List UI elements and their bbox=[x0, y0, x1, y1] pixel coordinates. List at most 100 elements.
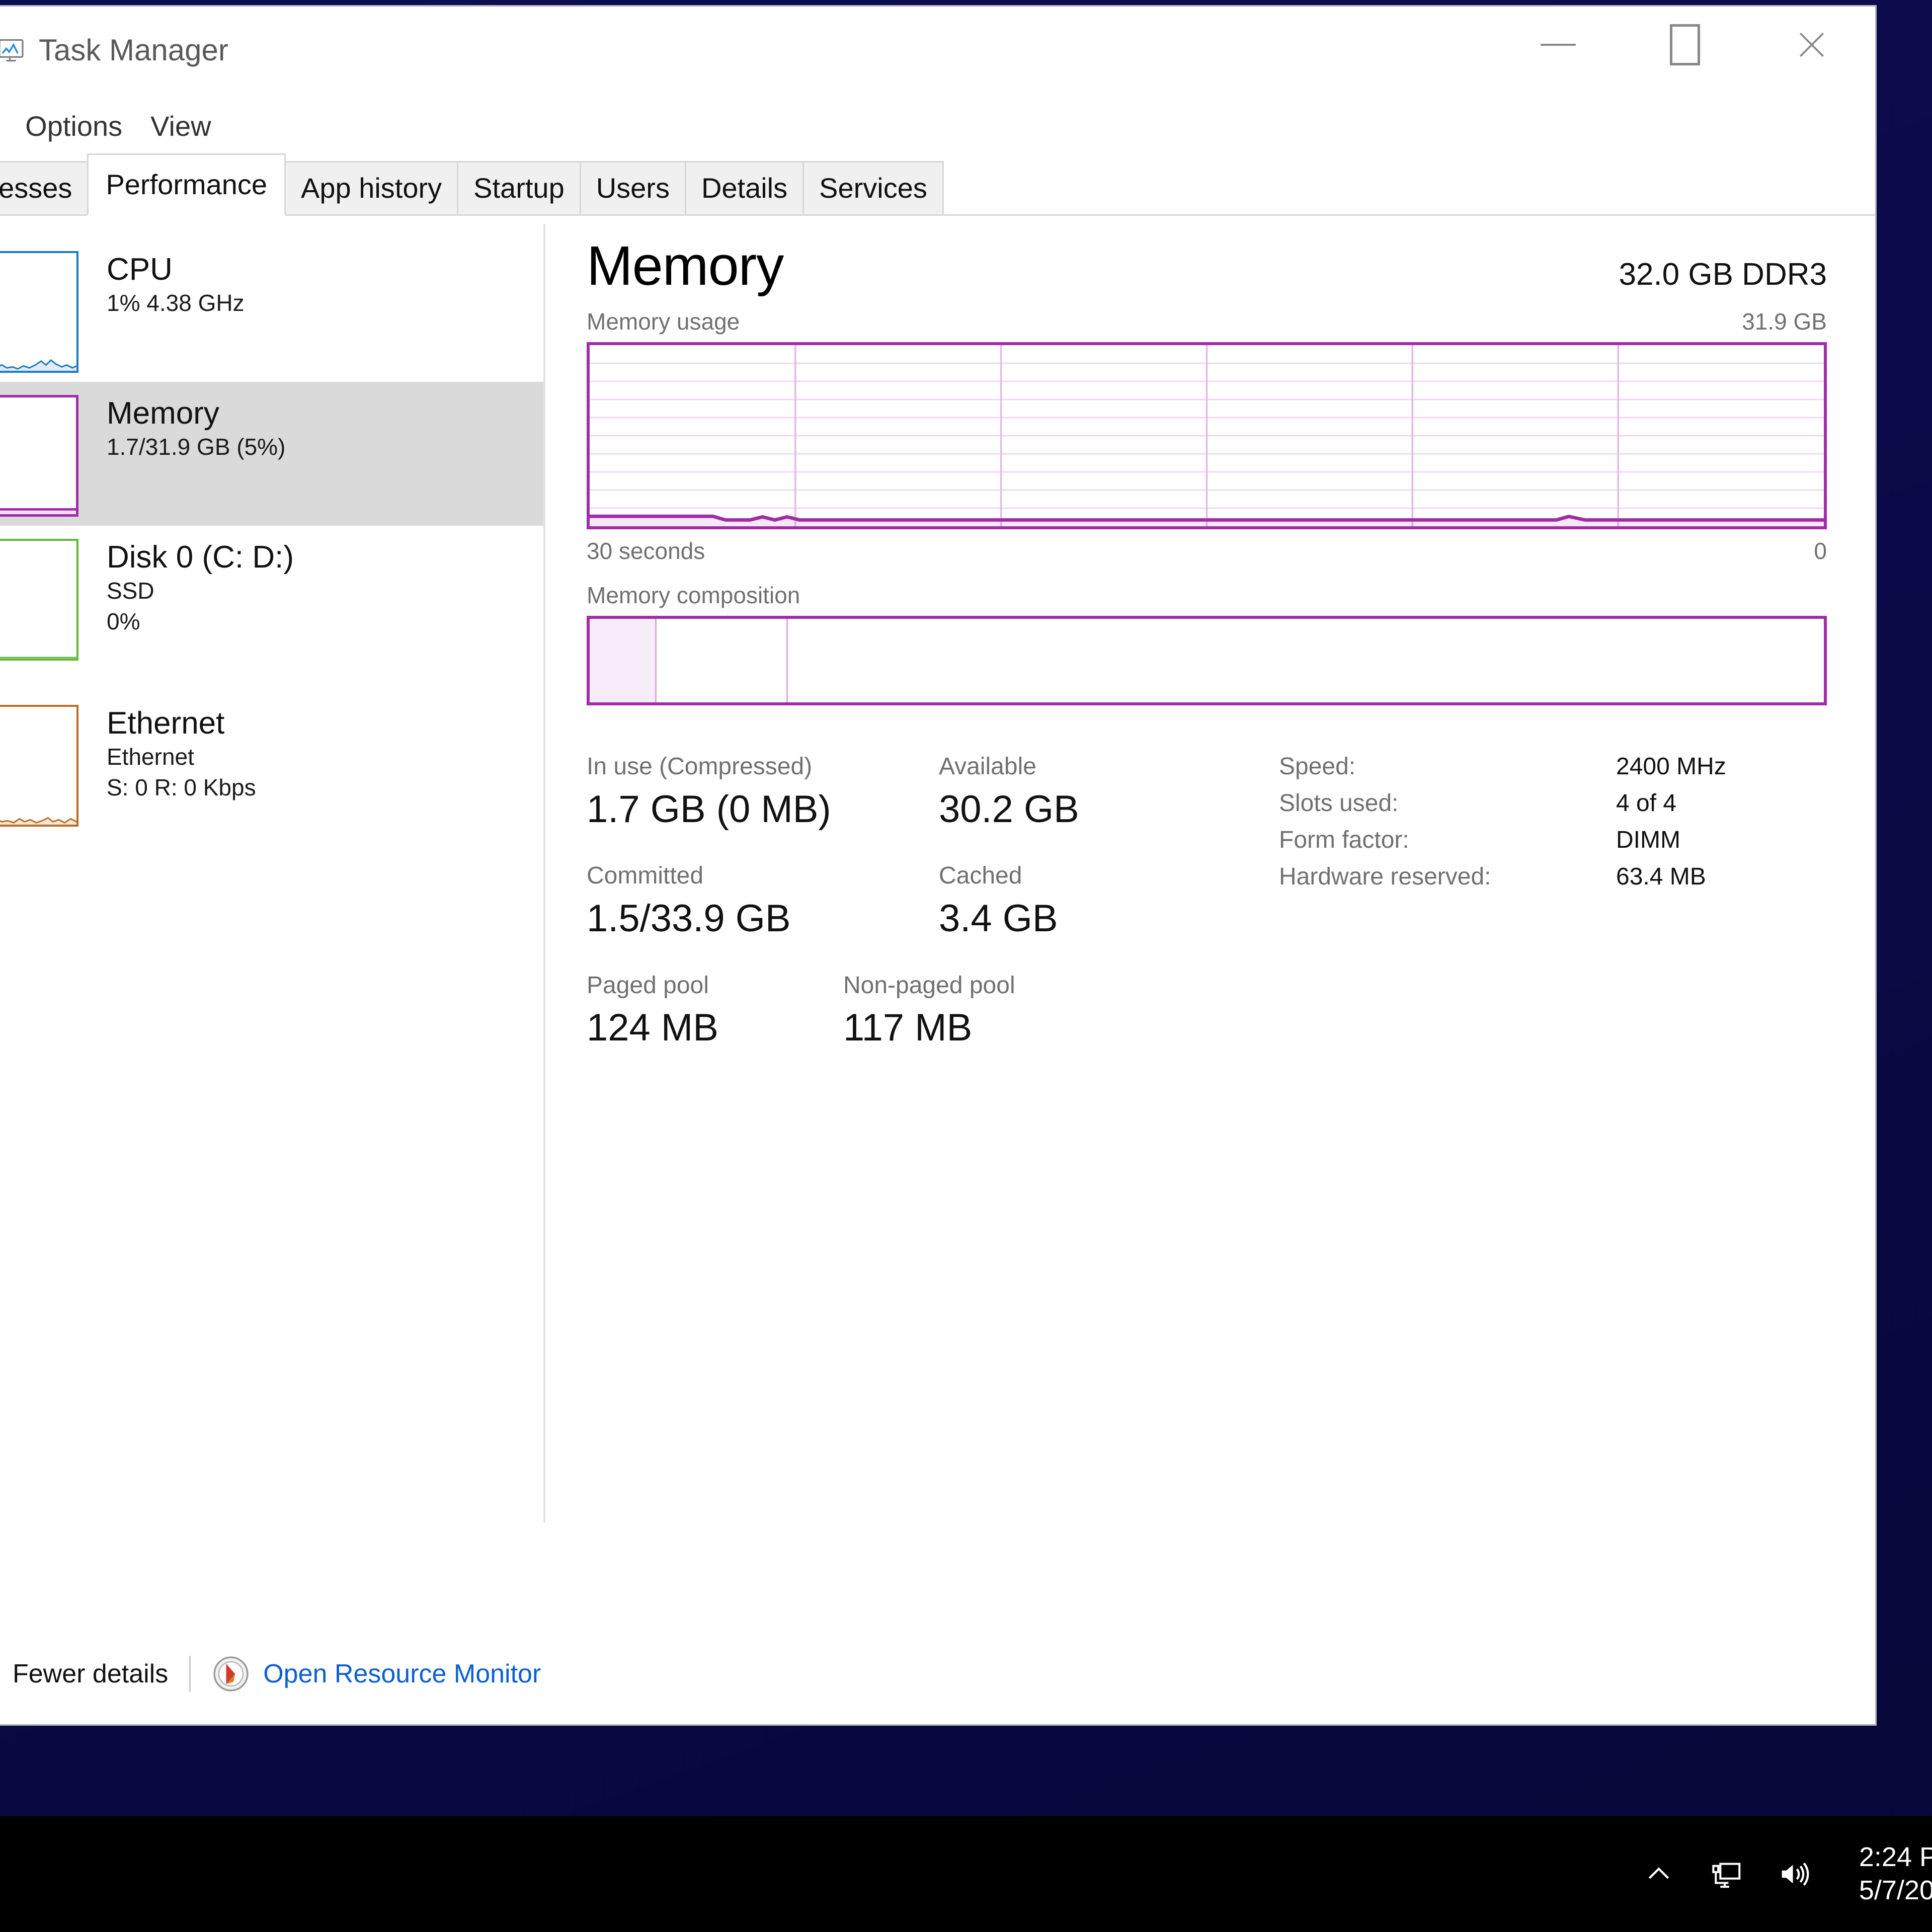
sidebar-item-label: Memory bbox=[107, 396, 219, 431]
ethernet-type-line: Ethernet bbox=[107, 744, 194, 770]
stat-available: Available 30.2 GB bbox=[939, 752, 1190, 835]
memory-composition-bar[interactable] bbox=[587, 616, 1827, 705]
statistics-right-column: Speed: 2400 MHz Slots used: 4 of 4 Form … bbox=[1271, 752, 1726, 1080]
detail-value: DIMM bbox=[1616, 827, 1680, 853]
stat-label: Paged pool bbox=[587, 972, 709, 999]
memory-detail-panel: Memory 32.0 GB DDR3 Memory usage 31.9 GB bbox=[545, 216, 1875, 1624]
stat-row: In use (Compressed) 1.7 GB (0 MB) Availa… bbox=[587, 752, 1271, 835]
task-manager-window: Task Manager e Options View ocesses Perf… bbox=[0, 5, 1877, 1726]
detail-value: 4 of 4 bbox=[1616, 790, 1677, 817]
memory-meta: Memory 1.7/31.9 GB (5%) bbox=[78, 393, 285, 462]
disk-stat-line: 0% bbox=[107, 608, 140, 634]
stat-value: 1.5/33.9 GB bbox=[587, 897, 791, 940]
title-bar: Task Manager bbox=[0, 7, 1875, 98]
taskbar: 2:24 PM 5/7/202 bbox=[0, 1816, 1932, 1932]
maximize-button[interactable] bbox=[1622, 7, 1748, 83]
memory-usage-graph[interactable] bbox=[587, 342, 1827, 529]
stat-value: 1.7 GB (0 MB) bbox=[587, 787, 831, 831]
tab-app-history[interactable]: App history bbox=[284, 161, 459, 214]
status-bar: Fewer details Open Resource Monitor bbox=[0, 1624, 1875, 1724]
close-icon bbox=[1799, 32, 1824, 57]
detail-speed: Speed: 2400 MHz bbox=[1279, 753, 1726, 780]
sidebar-item-memory[interactable]: Memory 1.7/31.9 GB (5%) bbox=[0, 382, 545, 526]
stat-row: Paged pool 124 MB Non-paged pool 117 MB bbox=[587, 971, 1271, 1054]
open-resource-monitor-label: Open Resource Monitor bbox=[263, 1659, 541, 1688]
memory-spec: 32.0 GB DDR3 bbox=[1619, 257, 1827, 292]
window-body: CPU 1% 4.38 GHz Memory 1.7/31.9 GB (5%) bbox=[0, 216, 1875, 1624]
memory-statistics: In use (Compressed) 1.7 GB (0 MB) Availa… bbox=[587, 752, 1827, 1080]
close-button[interactable] bbox=[1748, 7, 1875, 83]
stat-committed: Committed 1.5/33.9 GB bbox=[587, 861, 939, 944]
clock-time: 2:24 PM bbox=[1859, 1842, 1932, 1873]
detail-form-factor: Form factor: DIMM bbox=[1279, 826, 1726, 854]
stat-label: Cached bbox=[939, 862, 1022, 890]
resource-monitor-icon bbox=[212, 1655, 250, 1693]
stat-value: 124 MB bbox=[587, 1006, 718, 1050]
composition-segment-standby-free bbox=[787, 619, 1824, 702]
detail-slots-used: Slots used: 4 of 4 bbox=[1279, 789, 1726, 817]
statistics-left-column: In use (Compressed) 1.7 GB (0 MB) Availa… bbox=[587, 752, 1271, 1080]
stat-label: Non-paged pool bbox=[843, 972, 1015, 999]
cpu-thumbnail-graph bbox=[0, 251, 78, 373]
menu-bar: e Options View bbox=[0, 98, 1875, 153]
sidebar-item-label: Ethernet bbox=[107, 706, 225, 741]
cpu-stat-line: 1% 4.38 GHz bbox=[107, 290, 245, 316]
detail-label: Hardware reserved: bbox=[1279, 863, 1491, 890]
composition-title: Memory composition bbox=[587, 582, 800, 608]
open-resource-monitor-link[interactable]: Open Resource Monitor bbox=[212, 1655, 541, 1693]
sidebar-item-cpu[interactable]: CPU 1% 4.38 GHz bbox=[0, 238, 545, 382]
menu-item-view[interactable]: View bbox=[136, 103, 225, 149]
ethernet-stat-line: S: 0 R: 0 Kbps bbox=[107, 774, 256, 800]
stat-value: 117 MB bbox=[843, 1006, 973, 1050]
speaker-icon[interactable] bbox=[1775, 1855, 1813, 1893]
maximize-icon bbox=[1670, 24, 1700, 65]
usage-graph-title: Memory usage bbox=[587, 308, 740, 335]
tab-services[interactable]: Services bbox=[802, 161, 944, 214]
system-tray: 2:24 PM 5/7/202 bbox=[1640, 1841, 1932, 1907]
detail-hardware-reserved: Hardware reserved: 63.4 MB bbox=[1279, 863, 1726, 891]
fewer-details-button[interactable]: Fewer details bbox=[0, 1656, 168, 1692]
tab-processes[interactable]: ocesses bbox=[0, 161, 89, 214]
minimize-button[interactable] bbox=[1495, 7, 1622, 83]
sidebar-item-ethernet[interactable]: Ethernet Ethernet S: 0 R: 0 Kbps bbox=[0, 692, 545, 858]
task-manager-icon bbox=[0, 36, 26, 65]
stat-value: 30.2 GB bbox=[939, 787, 1079, 831]
clock[interactable]: 2:24 PM 5/7/202 bbox=[1859, 1841, 1932, 1907]
tab-startup[interactable]: Startup bbox=[457, 161, 581, 214]
detail-value: 63.4 MB bbox=[1616, 863, 1706, 890]
menu-item-options[interactable]: Options bbox=[11, 103, 136, 149]
tab-performance[interactable]: Performance bbox=[87, 153, 286, 216]
window-title: Task Manager bbox=[39, 33, 228, 67]
footer-divider bbox=[189, 1656, 191, 1692]
stat-label: Available bbox=[939, 753, 1036, 780]
window-controls bbox=[1495, 7, 1875, 83]
fewer-details-label: Fewer details bbox=[13, 1659, 169, 1688]
tab-strip: ocesses Performance App history Startup … bbox=[0, 153, 1875, 216]
stat-cached: Cached 3.4 GB bbox=[939, 861, 1190, 944]
usage-graph-axis: 30 seconds 0 bbox=[587, 537, 1827, 565]
cpu-meta: CPU 1% 4.38 GHz bbox=[78, 249, 245, 318]
chevron-up-icon[interactable] bbox=[1640, 1855, 1678, 1893]
clock-date: 5/7/202 bbox=[1859, 1875, 1932, 1905]
detail-value: 2400 MHz bbox=[1616, 753, 1726, 780]
memory-thumbnail-graph bbox=[0, 395, 78, 517]
ethernet-thumbnail-graph bbox=[0, 705, 78, 827]
disk-thumbnail-graph bbox=[0, 539, 78, 661]
sidebar-item-disk-0[interactable]: Disk 0 (C: D:) SSD 0% bbox=[0, 526, 545, 692]
detail-label: Slots used: bbox=[1279, 790, 1399, 817]
sidebar-item-label: CPU bbox=[107, 252, 173, 287]
network-icon[interactable] bbox=[1707, 1855, 1745, 1893]
stat-row: Committed 1.5/33.9 GB Cached 3.4 GB bbox=[587, 861, 1271, 944]
tab-details[interactable]: Details bbox=[684, 161, 804, 214]
stat-label: In use (Compressed) bbox=[587, 753, 813, 780]
tab-users[interactable]: Users bbox=[579, 161, 686, 214]
stat-value: 3.4 GB bbox=[939, 897, 1058, 940]
menu-item-file[interactable]: e bbox=[0, 103, 11, 149]
stat-paged-pool: Paged pool 124 MB bbox=[587, 971, 843, 1054]
disk-meta: Disk 0 (C: D:) SSD 0% bbox=[78, 537, 294, 637]
memory-stat-line: 1.7/31.9 GB (5%) bbox=[107, 434, 286, 460]
stat-non-paged-pool: Non-paged pool 117 MB bbox=[843, 971, 1095, 1054]
stat-in-use: In use (Compressed) 1.7 GB (0 MB) bbox=[587, 752, 939, 835]
axis-label-right: 0 bbox=[1814, 538, 1827, 564]
panel-header: Memory 32.0 GB DDR3 bbox=[587, 234, 1827, 298]
